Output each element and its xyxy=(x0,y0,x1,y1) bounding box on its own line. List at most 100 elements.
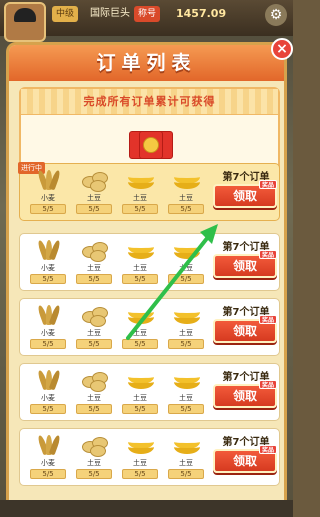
item-count: 5/5 xyxy=(168,274,204,284)
prize-badge: 奖品 xyxy=(258,180,277,189)
title-badge[interactable]: 称号 xyxy=(134,6,161,22)
modal-title: 订单列表 xyxy=(96,52,197,74)
claim-label: 领取 xyxy=(232,454,257,468)
item-name: 土豆 xyxy=(133,194,147,202)
prize-badge: 奖品 xyxy=(258,380,277,389)
claim-label: 领取 xyxy=(232,259,257,273)
item-name: 土豆 xyxy=(179,194,193,202)
potato-icon xyxy=(78,168,110,192)
item-name: 土豆 xyxy=(87,264,101,272)
potato-icon xyxy=(78,433,110,457)
item-count: 5/5 xyxy=(76,204,112,214)
potato-icon xyxy=(78,368,110,392)
order-item: 土豆 5/5 xyxy=(72,433,116,483)
order-item: 土豆 5/5 xyxy=(118,368,162,418)
claim-label: 领取 xyxy=(232,189,257,203)
item-count: 5/5 xyxy=(76,339,112,349)
claim-button[interactable]: 领取 奖品 xyxy=(213,445,277,473)
item-name: 土豆 xyxy=(133,394,147,402)
wheat-icon xyxy=(32,303,64,327)
item-count: 5/5 xyxy=(168,204,204,214)
claim-button[interactable]: 领取 奖品 xyxy=(213,180,277,208)
item-count: 5/5 xyxy=(30,339,66,349)
banana-icon xyxy=(124,238,156,262)
potato-icon xyxy=(78,303,110,327)
claim-label: 领取 xyxy=(232,389,257,403)
order-item: 小麦 5/5 xyxy=(26,368,70,418)
item-name: 土豆 xyxy=(133,264,147,272)
order-item: 小麦 5/5 xyxy=(26,238,70,288)
claim-button[interactable]: 领取 奖品 xyxy=(213,315,277,343)
wheat-icon xyxy=(32,433,64,457)
settings-gear-icon[interactable]: ⚙ xyxy=(265,4,287,26)
order-item: 土豆 5/5 xyxy=(164,238,208,288)
claim-button[interactable]: 领取 奖品 xyxy=(213,380,277,408)
order-item: 小麦 5/5 xyxy=(26,433,70,483)
item-count: 5/5 xyxy=(76,404,112,414)
item-count: 5/5 xyxy=(76,469,112,479)
order-item: 土豆 5/5 xyxy=(118,238,162,288)
order-item: 土豆 5/5 xyxy=(164,433,208,483)
avatar[interactable] xyxy=(4,2,46,42)
item-count: 5/5 xyxy=(168,404,204,414)
item-name: 土豆 xyxy=(133,329,147,337)
item-count: 5/5 xyxy=(122,274,158,284)
claim-label: 领取 xyxy=(232,324,257,338)
item-name: 土豆 xyxy=(87,329,101,337)
order-card: 进行中 小麦 5/5 土豆 5/5 土豆 5/5 土豆 5/5 第7个订单 领取… xyxy=(18,162,280,221)
top-status-bar: 中级 国际巨头 称号 1457.09 ⚙ xyxy=(0,0,293,42)
prize-badge: 奖品 xyxy=(258,250,277,259)
item-name: 土豆 xyxy=(179,394,193,402)
order-item: 土豆 5/5 xyxy=(118,303,162,353)
item-count: 5/5 xyxy=(30,469,66,479)
item-name: 小麦 xyxy=(41,194,55,202)
claim-button[interactable]: 领取 奖品 xyxy=(213,250,277,278)
item-name: 小麦 xyxy=(41,264,55,272)
item-count: 5/5 xyxy=(30,274,66,284)
banana-icon xyxy=(170,433,202,457)
wheat-icon xyxy=(32,238,64,262)
item-count: 5/5 xyxy=(76,274,112,284)
banana-icon xyxy=(124,303,156,327)
item-name: 土豆 xyxy=(87,394,101,402)
wheat-icon xyxy=(32,168,64,192)
reward-header: 完成所有订单累计可获得 xyxy=(21,89,278,115)
order-card: 小麦 5/5 土豆 5/5 土豆 5/5 土豆 5/5 第7个订单 领取 奖品 xyxy=(19,428,280,486)
item-name: 小麦 xyxy=(41,394,55,402)
item-count: 5/5 xyxy=(122,339,158,349)
item-name: 小麦 xyxy=(41,459,55,467)
order-item: 土豆 5/5 xyxy=(118,433,162,483)
banana-icon xyxy=(124,433,156,457)
item-count: 5/5 xyxy=(30,404,66,414)
item-name: 土豆 xyxy=(133,459,147,467)
order-item: 小麦 5/5 xyxy=(26,303,70,353)
item-count: 5/5 xyxy=(168,339,204,349)
prize-badge: 奖品 xyxy=(258,315,277,324)
prize-badge: 奖品 xyxy=(258,445,277,454)
order-item: 土豆 5/5 xyxy=(118,168,162,218)
item-name: 土豆 xyxy=(179,329,193,337)
item-name: 土豆 xyxy=(179,264,193,272)
order-item: 土豆 5/5 xyxy=(72,303,116,353)
item-count: 5/5 xyxy=(168,469,204,479)
item-count: 5/5 xyxy=(122,404,158,414)
banana-icon xyxy=(170,168,202,192)
potato-icon xyxy=(78,238,110,262)
player-title: 国际巨头 xyxy=(90,8,130,19)
item-name: 小麦 xyxy=(41,329,55,337)
order-card: 小麦 5/5 土豆 5/5 土豆 5/5 土豆 5/5 第7个订单 领取 奖品 xyxy=(19,298,280,356)
bottom-scene xyxy=(0,500,293,517)
order-item: 土豆 5/5 xyxy=(164,368,208,418)
item-count: 5/5 xyxy=(30,204,66,214)
order-item: 土豆 5/5 xyxy=(164,168,208,218)
item-name: 土豆 xyxy=(87,194,101,202)
order-card: 小麦 5/5 土豆 5/5 土豆 5/5 土豆 5/5 第7个订单 领取 奖品 xyxy=(19,363,280,421)
level-badge: 中级 xyxy=(52,6,79,22)
money-counter: 1457.09 xyxy=(176,7,227,20)
close-button[interactable]: × xyxy=(271,38,293,60)
order-card: 小麦 5/5 土豆 5/5 土豆 5/5 土豆 5/5 第7个订单 领取 奖品 xyxy=(19,233,280,291)
modal-header: 订单列表 xyxy=(9,45,284,81)
wheat-icon xyxy=(32,368,64,392)
order-list-modal: 订单列表 完成所有订单累计可获得 进行中 小麦 5/5 土豆 5/5 土豆 5/… xyxy=(6,42,287,512)
item-name: 土豆 xyxy=(179,459,193,467)
